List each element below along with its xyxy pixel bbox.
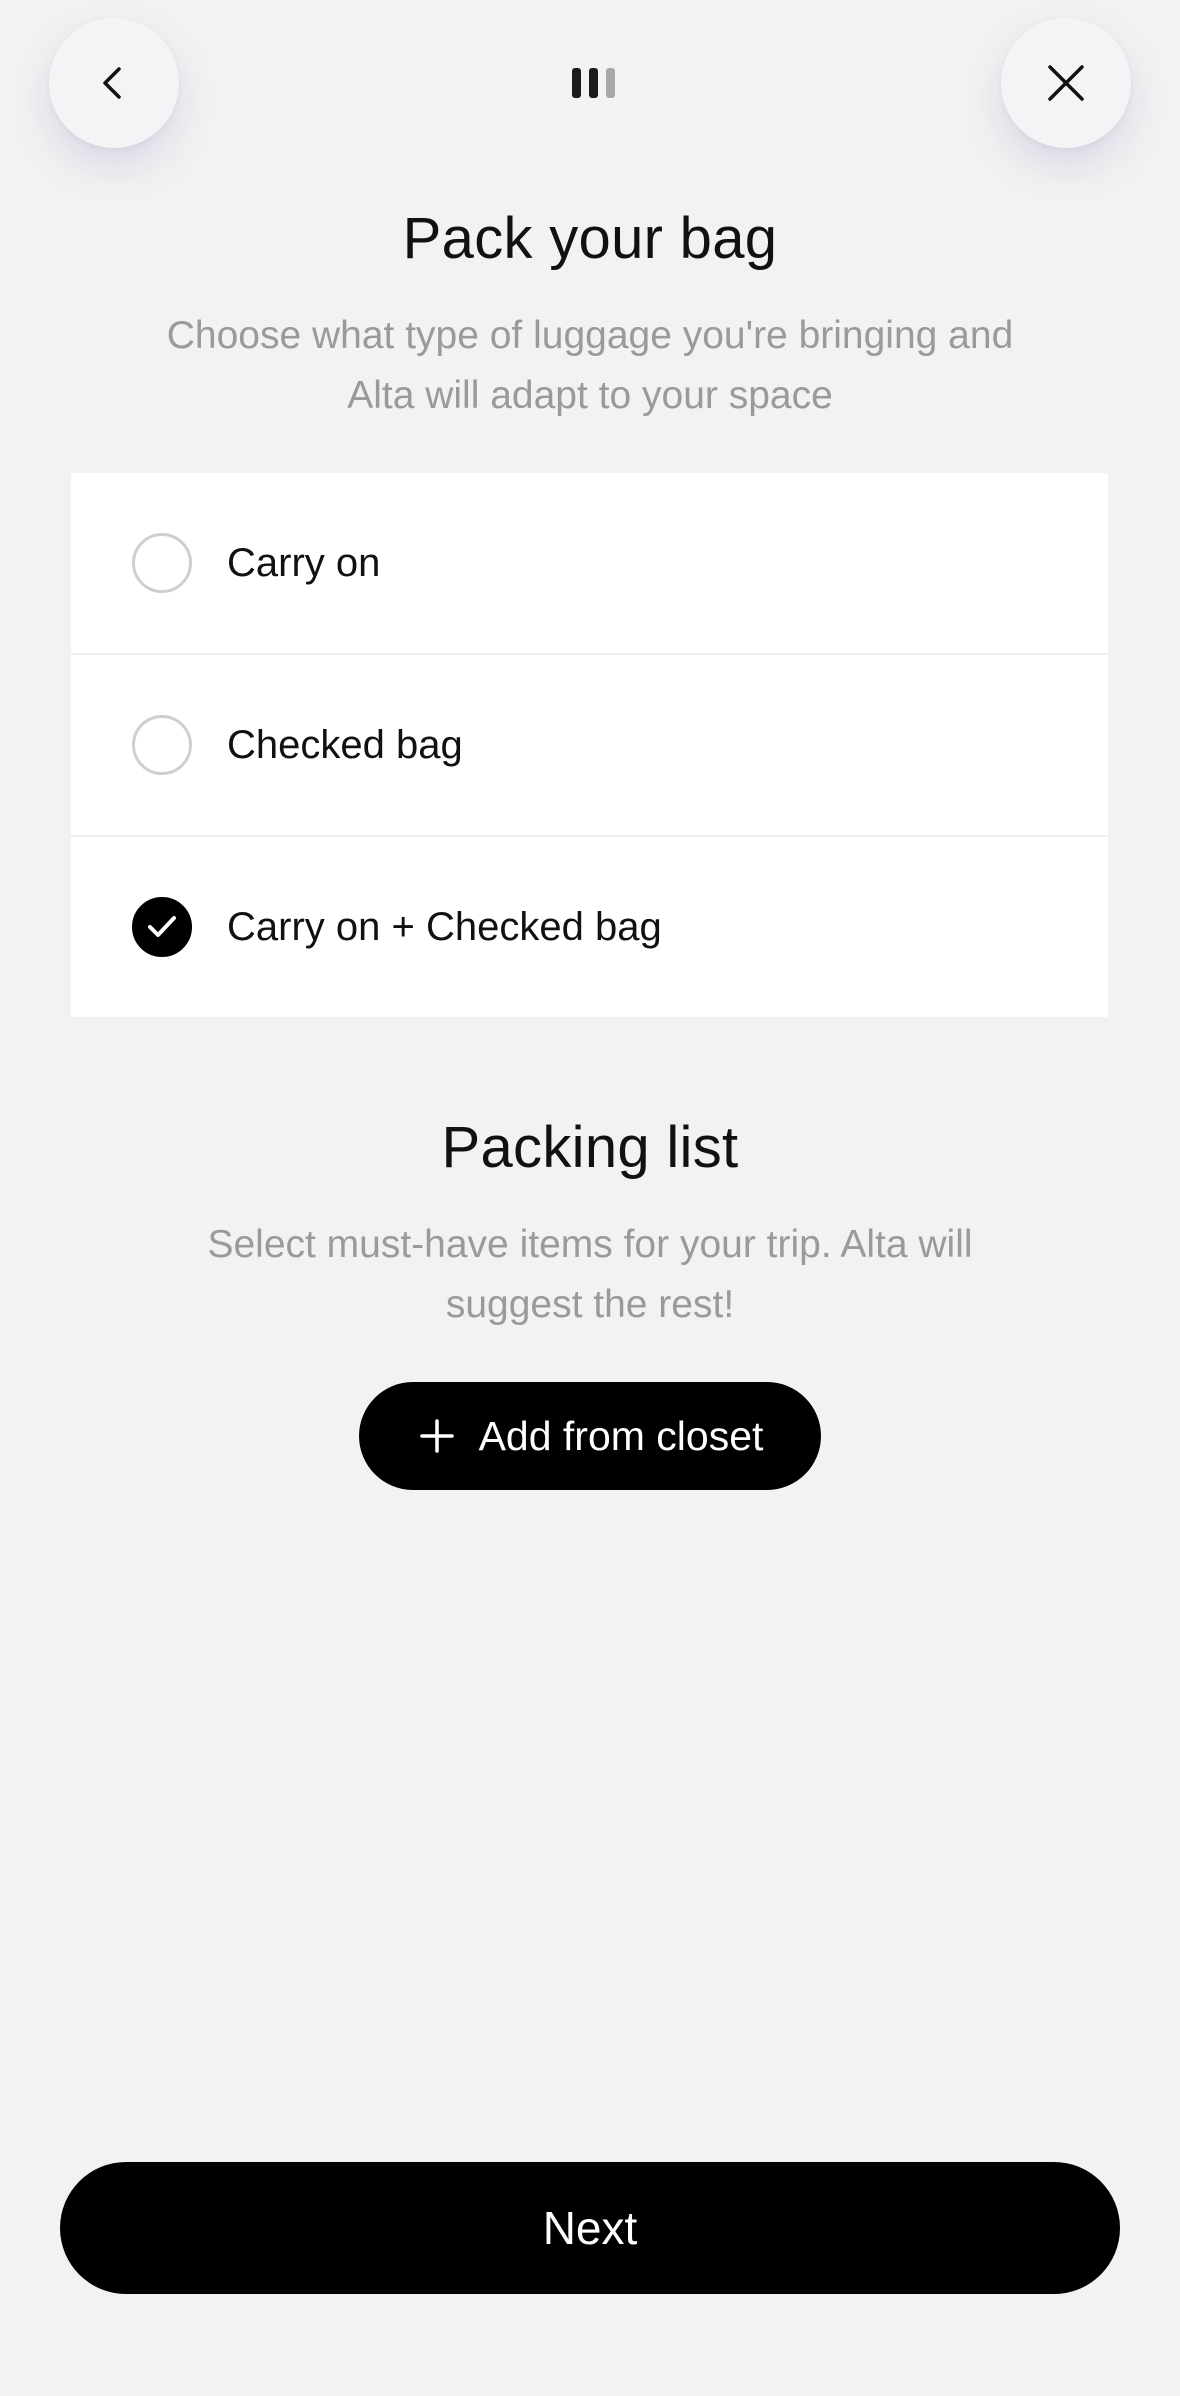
checkmark-icon xyxy=(148,916,176,937)
close-icon xyxy=(1048,65,1084,101)
chevron-left-icon xyxy=(103,67,121,99)
luggage-options: Carry on Checked bag Carry on + Checked … xyxy=(71,473,1108,1017)
option-label: Carry on + Checked bag xyxy=(227,904,662,949)
progress-step-3 xyxy=(606,68,615,98)
packing-list-title: Packing list xyxy=(441,1115,739,1180)
option-label: Carry on xyxy=(227,540,381,585)
back-button[interactable] xyxy=(49,18,179,148)
next-button[interactable]: Next xyxy=(60,2162,1120,2294)
radio-carry-on-checked-bag[interactable] xyxy=(132,897,192,957)
pack-bag-subtitle: Choose what type of luggage you're bring… xyxy=(166,314,1014,417)
luggage-option-carry-on-checked-bag[interactable]: Carry on + Checked bag xyxy=(71,837,1108,1017)
step-progress-indicator xyxy=(572,68,615,98)
add-from-closet-label: Add from closet xyxy=(478,1412,764,1459)
close-button[interactable] xyxy=(1001,18,1131,148)
packing-list-subtitle: Select must-have items for your trip. Al… xyxy=(207,1223,973,1326)
pack-bag-title: Pack your bag xyxy=(402,206,778,271)
next-button-label: Next xyxy=(542,2202,638,2254)
radio-carry-on[interactable] xyxy=(132,533,192,593)
luggage-option-checked-bag[interactable]: Checked bag xyxy=(71,655,1108,837)
progress-step-1 xyxy=(572,68,581,98)
progress-step-2 xyxy=(589,68,598,98)
option-label: Checked bag xyxy=(227,722,463,767)
radio-checked-bag[interactable] xyxy=(132,715,192,775)
luggage-option-carry-on[interactable]: Carry on xyxy=(71,473,1108,655)
add-from-closet-button[interactable]: Add from closet xyxy=(359,1382,821,1490)
plus-icon xyxy=(417,1416,457,1456)
